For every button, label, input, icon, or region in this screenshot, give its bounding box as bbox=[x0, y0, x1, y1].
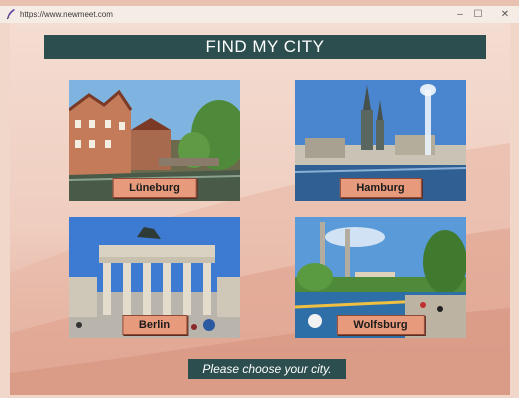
city-card-berlin[interactable]: Berlin bbox=[69, 217, 240, 338]
page-title: FIND MY CITY bbox=[44, 35, 486, 59]
page-url: https://www.newmeet.com bbox=[20, 10, 113, 19]
city-card-hamburg[interactable]: Hamburg bbox=[295, 80, 466, 201]
city-button-berlin[interactable]: Berlin bbox=[121, 315, 188, 335]
feather-icon bbox=[6, 9, 15, 20]
browser-titlebar: https://www.newmeet.com – ☐ ✕ bbox=[0, 6, 519, 23]
city-card-luneburg[interactable]: Lüneburg bbox=[69, 80, 240, 201]
instruction-label: Please choose your city. bbox=[188, 359, 346, 379]
city-button-wolfsburg[interactable]: Wolfsburg bbox=[336, 315, 425, 335]
close-button[interactable]: ✕ bbox=[491, 6, 519, 23]
app-content: FIND MY CITY Lüneburg Hamburg Berlin Wol… bbox=[10, 23, 510, 395]
city-button-hamburg[interactable]: Hamburg bbox=[339, 178, 422, 198]
maximize-button[interactable]: ☐ bbox=[464, 6, 492, 23]
background-waves bbox=[10, 143, 510, 395]
city-button-luneburg[interactable]: Lüneburg bbox=[112, 178, 197, 198]
city-card-wolfsburg[interactable]: Wolfsburg bbox=[295, 217, 466, 338]
